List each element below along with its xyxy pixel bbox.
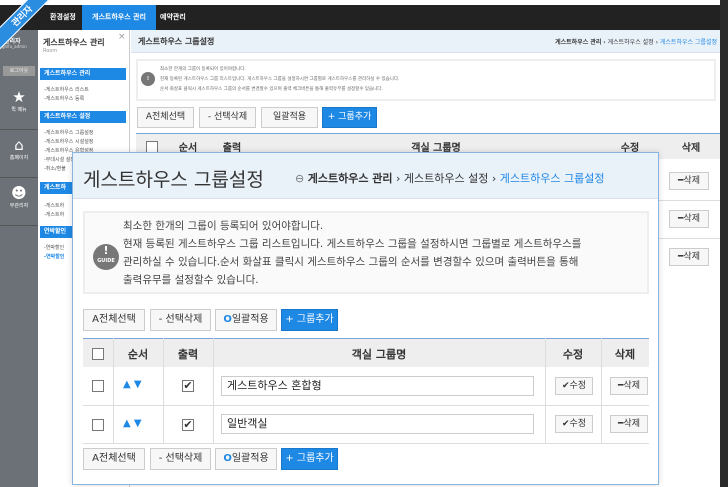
sidebar-title: 게스트하우스 관리 [43,38,105,47]
close-icon[interactable]: × [118,32,126,42]
nav-settings[interactable]: 환경설정 [40,5,86,30]
sidebar-item[interactable]: -취소/환불 [44,165,66,172]
breadcrumb: ⊖ 게스트하우스 관리 › 게스트하우스 설정 › 게스트하우스 그룹설정 [295,172,605,185]
breadcrumb: 게스트하우스 관리 › 게스트하우스 설정 › 게스트하우스 그룹설정 [555,39,717,46]
move-down-icon[interactable]: ▼ [134,379,142,390]
sidebar-subtitle: Room [43,48,58,54]
apply-all-button[interactable]: O일괄적용 [215,309,277,331]
column-header: 삭제 [681,143,701,154]
group-name-input[interactable]: 게스트하우스 혼합형 [221,376,534,396]
sidebar-item[interactable]: -부대시설 설정 [44,156,75,163]
edit-button[interactable]: ✔수정 [555,377,593,395]
column-header: 출력 [177,348,199,361]
select-all-button[interactable]: A전체선택 [137,107,194,128]
breadcrumb-current: 게스트하우스 그룹설정 [499,172,605,185]
output-checkbox[interactable]: ✔ [182,419,194,431]
select-all-checkbox[interactable] [92,348,104,360]
delete-selected-button[interactable]: - 선택삭제 [150,309,211,331]
guide-text: 현재 등록된 게스트하우스 그룹 리스트입니다. 게스트하우스 그룹을 설정하시… [123,238,582,250]
breadcrumb-item[interactable]: 게스트하우스 관리 [308,172,393,185]
move-up-icon[interactable]: ▲ [123,418,131,429]
guide-text: 현재 등록된 게스트하우스 그룹 리스트입니다. 게스트하우스 그룹을 설정하시… [160,77,400,82]
guide-box: ! GUIDE 최소한 한개의 그룹이 등록되어 있어야합니다. 현재 등록된 게… [83,211,649,294]
sidebar-item[interactable]: -게스트하우스 그룹설정 [44,129,93,136]
delete-row-button[interactable]: ━삭제 [669,210,709,228]
sub-admin-button[interactable]: ☻ 부관리자 [0,178,38,226]
add-group-button[interactable]: + 그룹추가 [322,107,377,128]
guide-text: 순서 화살표 클릭시 게스트하우스 그룹의 순서를 변경할수 있으며 출력 체크… [160,87,383,92]
delete-button[interactable]: ━삭제 [610,415,648,433]
nav-guesthouse[interactable]: 게스트하우스 관리 [82,5,156,30]
home-search-icon: ⌂ [14,136,24,154]
group-name-input[interactable]: 일반객실 [221,414,534,434]
breadcrumb-item[interactable]: 게스트하우스 설정 [404,172,488,185]
guide-icon: ! [141,72,155,86]
sidebar-item[interactable]: -게스트하 [44,202,64,209]
sidebar-item[interactable]: -게스트하우스 리스트 [44,86,89,93]
homepage-button[interactable]: ⌂ 홈페이지 [0,130,38,178]
output-checkbox[interactable]: ✔ [182,380,194,392]
select-all-button-bottom[interactable]: A전체선택 [83,448,145,470]
guide-text: 최소한 한개의 그룹이 등록되어 있어야합니다. [160,67,246,72]
page-title: 게스트하우스 그룹설정 [83,169,264,191]
delete-selected-button[interactable]: - 선택삭제 [199,107,256,128]
user-gear-icon: ☻ [11,184,27,202]
delete-selected-button-bottom[interactable]: - 선택삭제 [150,448,211,470]
sidebar-section[interactable]: 게스트하우스 설정 [40,111,126,123]
nav-reservation[interactable]: 예약관리 [150,5,196,30]
guide-box: ! 최소한 한개의 그룹이 등록되어 있어야합니다. 현재 등록된 게스트하우스… [136,59,716,101]
sidebar-item[interactable]: -연박할인 [44,253,64,260]
add-group-button-bottom[interactable]: + 그룹추가 [281,448,338,470]
link-icon: ⊖ [295,172,305,185]
delete-row-button[interactable]: ━삭제 [669,172,709,190]
sidebar-item[interactable]: -게스트하우스 등록 [44,95,84,102]
page-header: 게스트하우스 그룹설정 ⊖ 게스트하우스 관리 › 게스트하우스 설정 › 게스… [73,153,658,199]
delete-row-button[interactable]: ━삭제 [669,248,709,266]
edit-button[interactable]: ✔수정 [555,415,593,433]
sidebar-item[interactable]: -게스트하 [44,211,64,218]
column-header: 삭제 [614,348,636,361]
move-up-icon[interactable]: ▲ [123,379,131,390]
row-checkbox[interactable] [92,380,104,392]
sidebar-section[interactable]: 게스트하우스 관리 [40,68,126,80]
icon-column: 관리자 ghlfu_admin 로그아웃 ★ 퀵 메뉴 ⌂ 홈페이지 ☻ 부관리자 [0,30,38,487]
delete-button[interactable]: ━삭제 [610,377,648,395]
add-group-button[interactable]: + 그룹추가 [281,309,338,331]
table-row: ▲ ▼ ✔ 일반객실 ✔수정 ━삭제 [83,406,649,444]
move-down-icon[interactable]: ▼ [134,418,142,429]
guide-text: 관리하실 수 있습니다.순서 화살표 클릭시 게스트하우스 그룹의 순서를 변경… [123,256,579,268]
page-title: 게스트하우스 그룹설정 [138,37,215,46]
sidebar-item[interactable]: -게스트하우스 시설설정 [44,138,93,145]
window-edge [720,0,728,487]
select-all-button[interactable]: A전체선택 [83,309,145,331]
quick-menu-button[interactable]: ★ 퀵 메뉴 [0,82,38,130]
page-header: 게스트하우스 그룹설정 게스트하우스 관리 › 게스트하우스 설정 › 게스트하… [131,30,720,53]
column-header: 객실 그룹명 [351,348,407,361]
column-header: 순서 [127,348,149,361]
admin-user: ghlfu_admin [2,44,27,49]
apply-all-button-bottom[interactable]: O일괄적용 [215,448,277,470]
zoomed-panel: 게스트하우스 그룹설정 ⊖ 게스트하우스 관리 › 게스트하우스 설정 › 게스… [72,152,659,485]
guide-text: 출력유무를 설정할수 있습니다. [123,274,259,286]
star-plus-icon: ★ [12,88,26,106]
apply-all-button[interactable]: 일괄적용 [261,107,318,128]
guide-text: 최소한 한개의 그룹이 등록되어 있어야합니다. [123,220,324,232]
row-checkbox[interactable] [92,419,104,431]
sidebar-item[interactable]: -연박할인 [44,244,64,251]
guide-icon: ! GUIDE [93,244,119,270]
table-header: 순서 출력 객실 그룹명 수정 삭제 [83,338,649,367]
logout-button[interactable]: 로그아웃 [3,66,35,76]
column-header: 수정 [562,348,584,361]
table-row: ▲ ▼ ✔ 게스트하우스 혼합형 ✔수정 ━삭제 [83,367,649,406]
